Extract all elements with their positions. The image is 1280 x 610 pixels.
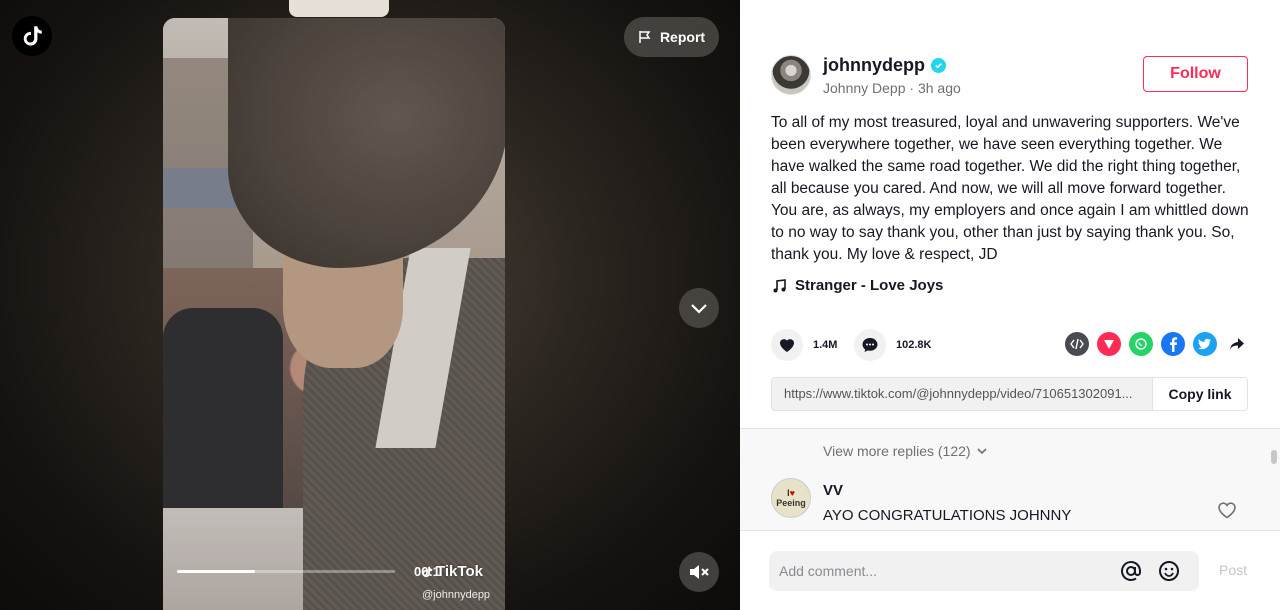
comment-text: AYO CONGRATULATIONS JOHNNY [823,507,1072,524]
at-icon[interactable] [1120,560,1142,587]
follow-button[interactable]: Follow [1143,56,1248,92]
copy-link-box: https://www.tiktok.com/@johnnydepp/video… [771,377,1248,411]
embed-icon[interactable] [1065,332,1089,356]
twitter-icon[interactable] [1193,332,1217,356]
mute-button[interactable] [679,552,719,592]
report-button[interactable]: Report [624,17,719,57]
post-caption: To all of my most treasured, loyal and u… [771,114,1249,263]
copy-link-button[interactable]: Copy link [1152,378,1247,410]
comment-count: 102.8K [896,339,932,351]
video-top-tab [289,0,389,17]
comment-like-icon[interactable] [1217,501,1237,524]
next-video-button[interactable] [679,288,719,328]
video-player[interactable] [163,18,505,610]
chevron-down-icon [691,304,707,314]
report-label: Report [659,29,706,45]
post-button[interactable]: Post [1219,562,1247,578]
comment-stat[interactable]: 102.8K [854,329,931,361]
send-icon[interactable] [1097,332,1121,356]
avatar[interactable] [771,55,811,95]
heart-icon[interactable] [771,329,803,361]
heart-icon: I♥ [787,488,795,498]
video-progress-bar[interactable] [177,570,395,573]
author-name-time: Johnny Depp · 3h ago [823,80,961,96]
like-count: 1.4M [813,339,838,351]
comments-scrollbar[interactable] [1271,450,1277,464]
video-progress-fill [177,570,256,573]
like-stat[interactable]: 1.4M [771,329,837,361]
tiktok-watermark: TikTok [420,563,483,580]
flag-icon [639,31,651,43]
music-link[interactable]: Stranger - Love Joys [771,277,943,294]
comment-icon[interactable] [854,329,886,361]
mute-icon [690,565,709,579]
verified-icon [931,58,946,73]
share-buttons [1065,332,1249,356]
tiktok-video-page: Report 00:1 TikTok @johnnydepp johnnydep… [0,0,1280,610]
music-note-icon [773,278,786,292]
watermark-username: @johnnydepp [422,589,491,601]
author-username[interactable]: johnnydepp [823,55,946,76]
facebook-icon[interactable] [1161,332,1185,356]
video-panel: Report 00:1 TikTok @johnnydepp [0,0,740,610]
chevron-down-icon [977,448,987,455]
tiktok-logo-icon[interactable] [12,16,52,56]
whatsapp-icon[interactable] [1129,332,1153,356]
view-more-replies[interactable]: View more replies (122) [823,443,987,459]
emoji-icon[interactable] [1158,560,1180,587]
share-arrow-icon[interactable] [1225,332,1249,356]
commenter-name[interactable]: VV [823,482,843,499]
commenter-avatar[interactable]: I♥ Peeing [771,478,811,518]
video-link[interactable]: https://www.tiktok.com/@johnnydepp/video… [772,378,1152,410]
